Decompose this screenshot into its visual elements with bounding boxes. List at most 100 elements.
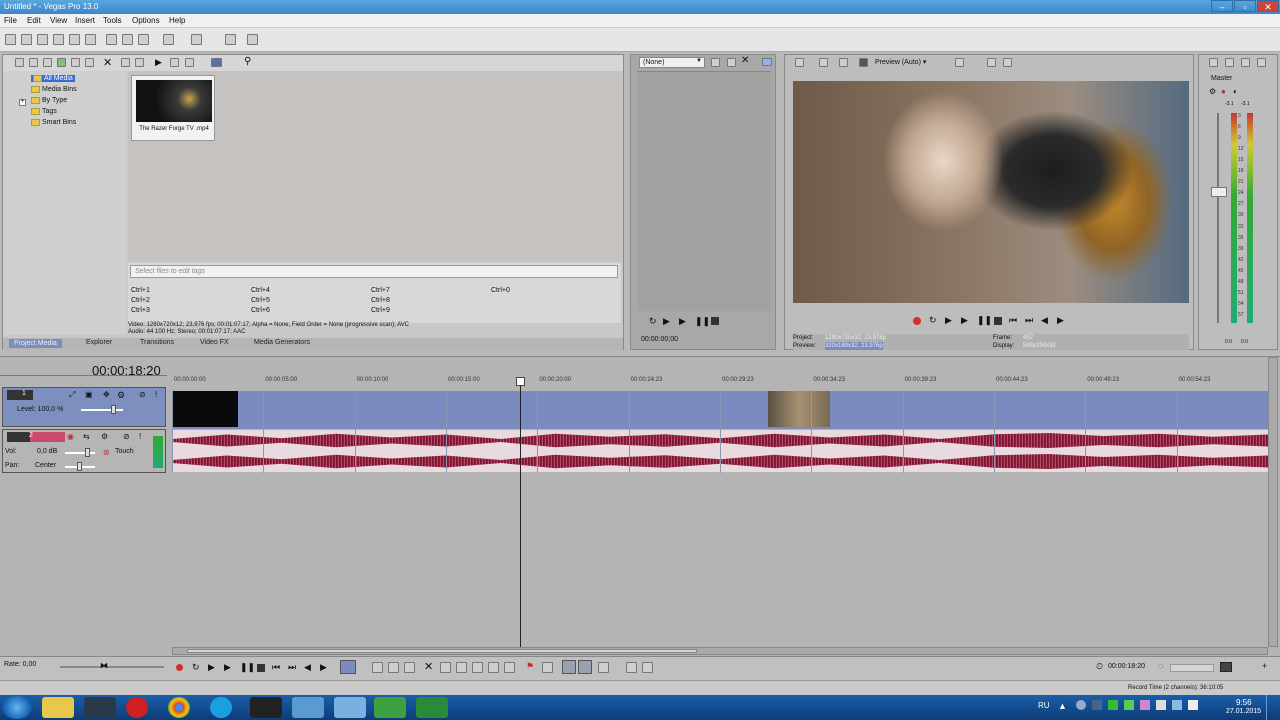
next-frame-icon[interactable]: ▶ <box>1057 315 1064 326</box>
maximize-button[interactable]: ▫ <box>1234 0 1256 12</box>
pause-icon[interactable]: ❚❚ <box>977 315 992 326</box>
video-track-header[interactable]: 1 ⤢ ▣ ✥ ⚙ ⊘ ! Level: 100,0 % <box>2 387 166 427</box>
solo-icon[interactable]: ! <box>139 432 141 441</box>
previous-frame-icon[interactable]: ◀ <box>1041 315 1048 326</box>
play-icon[interactable]: ▶ <box>961 315 968 326</box>
previous-frame-icon[interactable]: ◀ <box>304 662 311 673</box>
master-fader-handle[interactable] <box>1211 187 1227 197</box>
go-to-end-icon[interactable]: ⏭ <box>288 662 296 673</box>
minimize-button[interactable]: – <box>1211 0 1233 12</box>
vertical-scrollbar[interactable] <box>1268 357 1278 647</box>
steam-taskbar-icon[interactable] <box>84 697 116 718</box>
pause-icon[interactable]: ❚❚ <box>695 316 710 327</box>
paste-icon[interactable] <box>138 34 149 45</box>
play-from-start-icon[interactable]: ▶ <box>945 315 952 326</box>
close-button[interactable]: ✕ <box>1257 0 1279 12</box>
app-taskbar-icon[interactable] <box>416 697 448 718</box>
monitor-icon[interactable] <box>1220 662 1232 672</box>
auto-preview-icon[interactable] <box>185 58 194 67</box>
play-icon[interactable]: ▶ <box>224 662 231 673</box>
menu-edit[interactable]: Edit <box>27 16 41 25</box>
meter-icon[interactable] <box>1257 58 1266 67</box>
fx-icon[interactable] <box>839 58 848 67</box>
mute-icon[interactable]: ⊘ <box>123 432 130 441</box>
stop-icon[interactable] <box>257 664 265 672</box>
add-to-timeline-icon[interactable] <box>711 58 720 67</box>
tray-icon[interactable] <box>1124 700 1134 710</box>
network-icon[interactable] <box>1172 700 1182 710</box>
render-icon[interactable] <box>69 34 80 45</box>
copy-snapshot-icon[interactable] <box>987 58 996 67</box>
search-icon[interactable]: ⚲ <box>244 56 251 67</box>
external-monitor-icon[interactable] <box>819 58 828 67</box>
skype-taskbar-icon[interactable] <box>210 697 232 718</box>
tag-shortcut[interactable]: Ctrl+6 <box>251 307 270 314</box>
volume-icon[interactable] <box>1188 700 1198 710</box>
scrollbar-thumb[interactable] <box>187 649 697 653</box>
playhead-marker[interactable] <box>516 377 525 386</box>
tag-shortcut[interactable]: Ctrl+1 <box>131 287 150 294</box>
tray-icon[interactable] <box>1092 700 1102 710</box>
go-to-end-icon[interactable]: ⏭ <box>1025 315 1033 326</box>
go-to-start-icon[interactable]: ⏮ <box>272 662 280 673</box>
play-icon[interactable]: ▶ <box>679 316 686 327</box>
pan-slider-handle[interactable] <box>77 462 82 471</box>
trim-end-icon[interactable] <box>472 662 483 673</box>
cut-icon[interactable] <box>106 34 117 45</box>
tab-explorer[interactable]: Explorer <box>86 339 112 346</box>
play-icon[interactable]: ▶ <box>155 57 162 68</box>
tag-shortcut[interactable]: Ctrl+0 <box>491 287 510 294</box>
app-taskbar-icon[interactable] <box>292 697 324 718</box>
split-screen-icon[interactable] <box>859 58 868 67</box>
record-icon[interactable] <box>913 317 921 325</box>
properties-icon[interactable] <box>85 34 96 45</box>
save-icon[interactable] <box>37 34 48 45</box>
properties-icon[interactable] <box>135 58 144 67</box>
audio-track-header[interactable]: 2 ◉ ⇆ ⚙ ⊘ ! Vol: 0,0 dB ⊛ Touch Pan: Cen… <box>2 429 166 473</box>
remove-icon[interactable]: ✕ <box>103 56 112 69</box>
tray-icon[interactable] <box>1076 700 1086 710</box>
menu-options[interactable]: Options <box>132 16 160 25</box>
mute-icon[interactable]: ● <box>1221 87 1226 96</box>
pause-icon[interactable]: ❚❚ <box>240 662 255 673</box>
tag-shortcut[interactable]: Ctrl+7 <box>371 287 390 294</box>
trimmer-dropdown[interactable]: (None) ▼ <box>639 57 705 68</box>
close-icon[interactable]: ✕ <box>741 55 749 66</box>
next-frame-icon[interactable]: ▶ <box>320 662 327 673</box>
video-event-thumbnail[interactable] <box>172 391 238 427</box>
region-icon[interactable] <box>542 662 553 673</box>
search-media-icon[interactable] <box>71 58 80 67</box>
trim-icon[interactable] <box>727 58 736 67</box>
zoom-icon[interactable] <box>85 58 94 67</box>
vol-slider[interactable] <box>65 452 95 454</box>
vol-slider-handle[interactable] <box>85 448 90 457</box>
marker-icon[interactable]: ⚑ <box>526 661 534 672</box>
views-icon[interactable] <box>211 58 222 67</box>
app-taskbar-icon[interactable] <box>374 697 406 718</box>
rate-slider[interactable] <box>60 666 164 668</box>
delete-icon[interactable]: ✕ <box>424 660 433 673</box>
ripple-edit-icon[interactable] <box>598 662 609 673</box>
screen-icon[interactable] <box>762 58 772 66</box>
level-slider-handle[interactable] <box>111 405 116 414</box>
dim-icon[interactable] <box>1241 58 1250 67</box>
stop-icon[interactable] <box>711 317 719 325</box>
tab-transitions[interactable]: Transitions <box>140 339 174 346</box>
tag-shortcut[interactable]: Ctrl+5 <box>251 297 270 304</box>
app-taskbar-icon[interactable] <box>334 697 366 718</box>
lock-icon[interactable] <box>504 662 515 673</box>
playhead-cursor[interactable] <box>520 377 521 647</box>
loop-icon[interactable]: ↻ <box>192 662 200 673</box>
horizontal-scrollbar[interactable] <box>172 647 1268 655</box>
undo-icon[interactable] <box>163 34 174 45</box>
import-icon[interactable] <box>15 58 24 67</box>
gear-icon[interactable]: ⚙ <box>117 390 125 401</box>
preview-properties-icon[interactable] <box>795 58 804 67</box>
zoom-in-icon[interactable]: + <box>1262 661 1267 671</box>
envelope-tool-icon[interactable] <box>372 662 383 673</box>
trim-icon[interactable] <box>440 662 451 673</box>
menu-tools[interactable]: Tools <box>103 16 122 25</box>
event-pan-crop-icon[interactable] <box>626 662 637 673</box>
tags-input[interactable]: Select files to edit tags <box>130 265 618 278</box>
tag-shortcut[interactable]: Ctrl+3 <box>131 307 150 314</box>
